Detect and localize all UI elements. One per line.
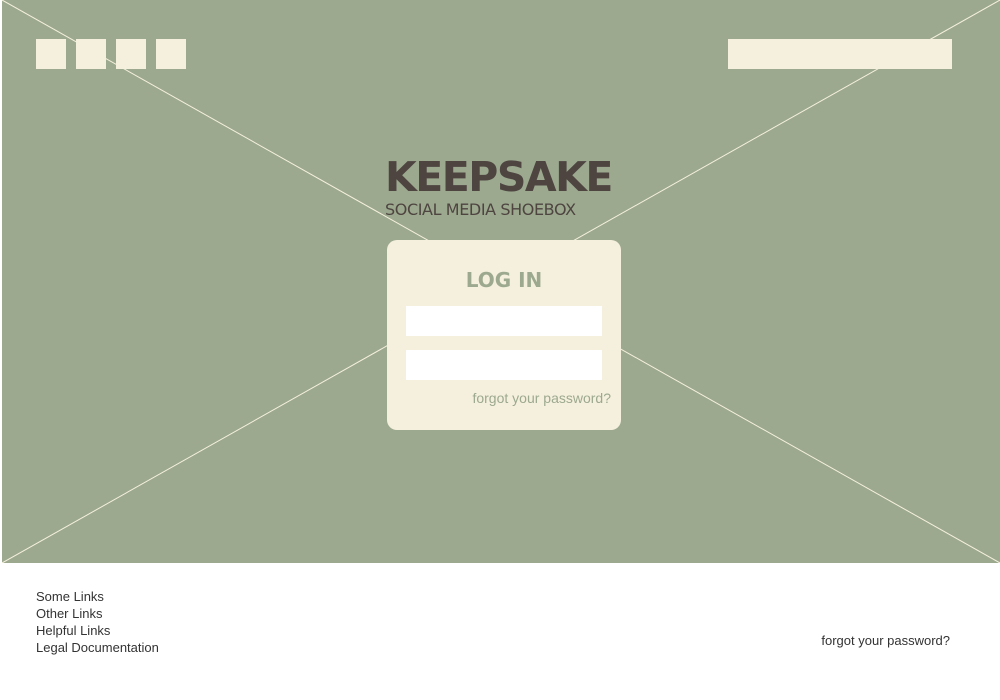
brand-subtitle: SOCIAL MEDIA SHOEBOX xyxy=(385,200,576,219)
forgot-password-link[interactable]: forgot your password? xyxy=(472,390,611,406)
hero-image-placeholder: KEEPSAKE SOCIAL MEDIA SHOEBOX LOG IN for… xyxy=(2,0,1000,563)
nav-item-3[interactable] xyxy=(116,39,146,69)
nav-item-1[interactable] xyxy=(36,39,66,69)
username-field[interactable] xyxy=(406,306,602,336)
nav-item-2[interactable] xyxy=(76,39,106,69)
footer-link-other-links[interactable]: Other Links xyxy=(36,605,159,622)
brand-logo: KEEPSAKE SOCIAL MEDIA SHOEBOX xyxy=(385,153,625,220)
footer-forgot-password-link[interactable]: forgot your password? xyxy=(821,632,950,649)
search-input[interactable] xyxy=(728,39,952,69)
footer-links: Some Links Other Links Helpful Links Leg… xyxy=(36,588,159,656)
login-card: LOG IN forgot your password? xyxy=(387,240,621,430)
brand-title: KEEPSAKE xyxy=(385,153,613,201)
footer-link-legal-documentation[interactable]: Legal Documentation xyxy=(36,639,159,656)
footer-link-helpful-links[interactable]: Helpful Links xyxy=(36,622,159,639)
footer-link-some-links[interactable]: Some Links xyxy=(36,588,159,605)
login-title: LOG IN xyxy=(465,268,543,292)
nav-item-4[interactable] xyxy=(156,39,186,69)
password-field[interactable] xyxy=(406,350,602,380)
